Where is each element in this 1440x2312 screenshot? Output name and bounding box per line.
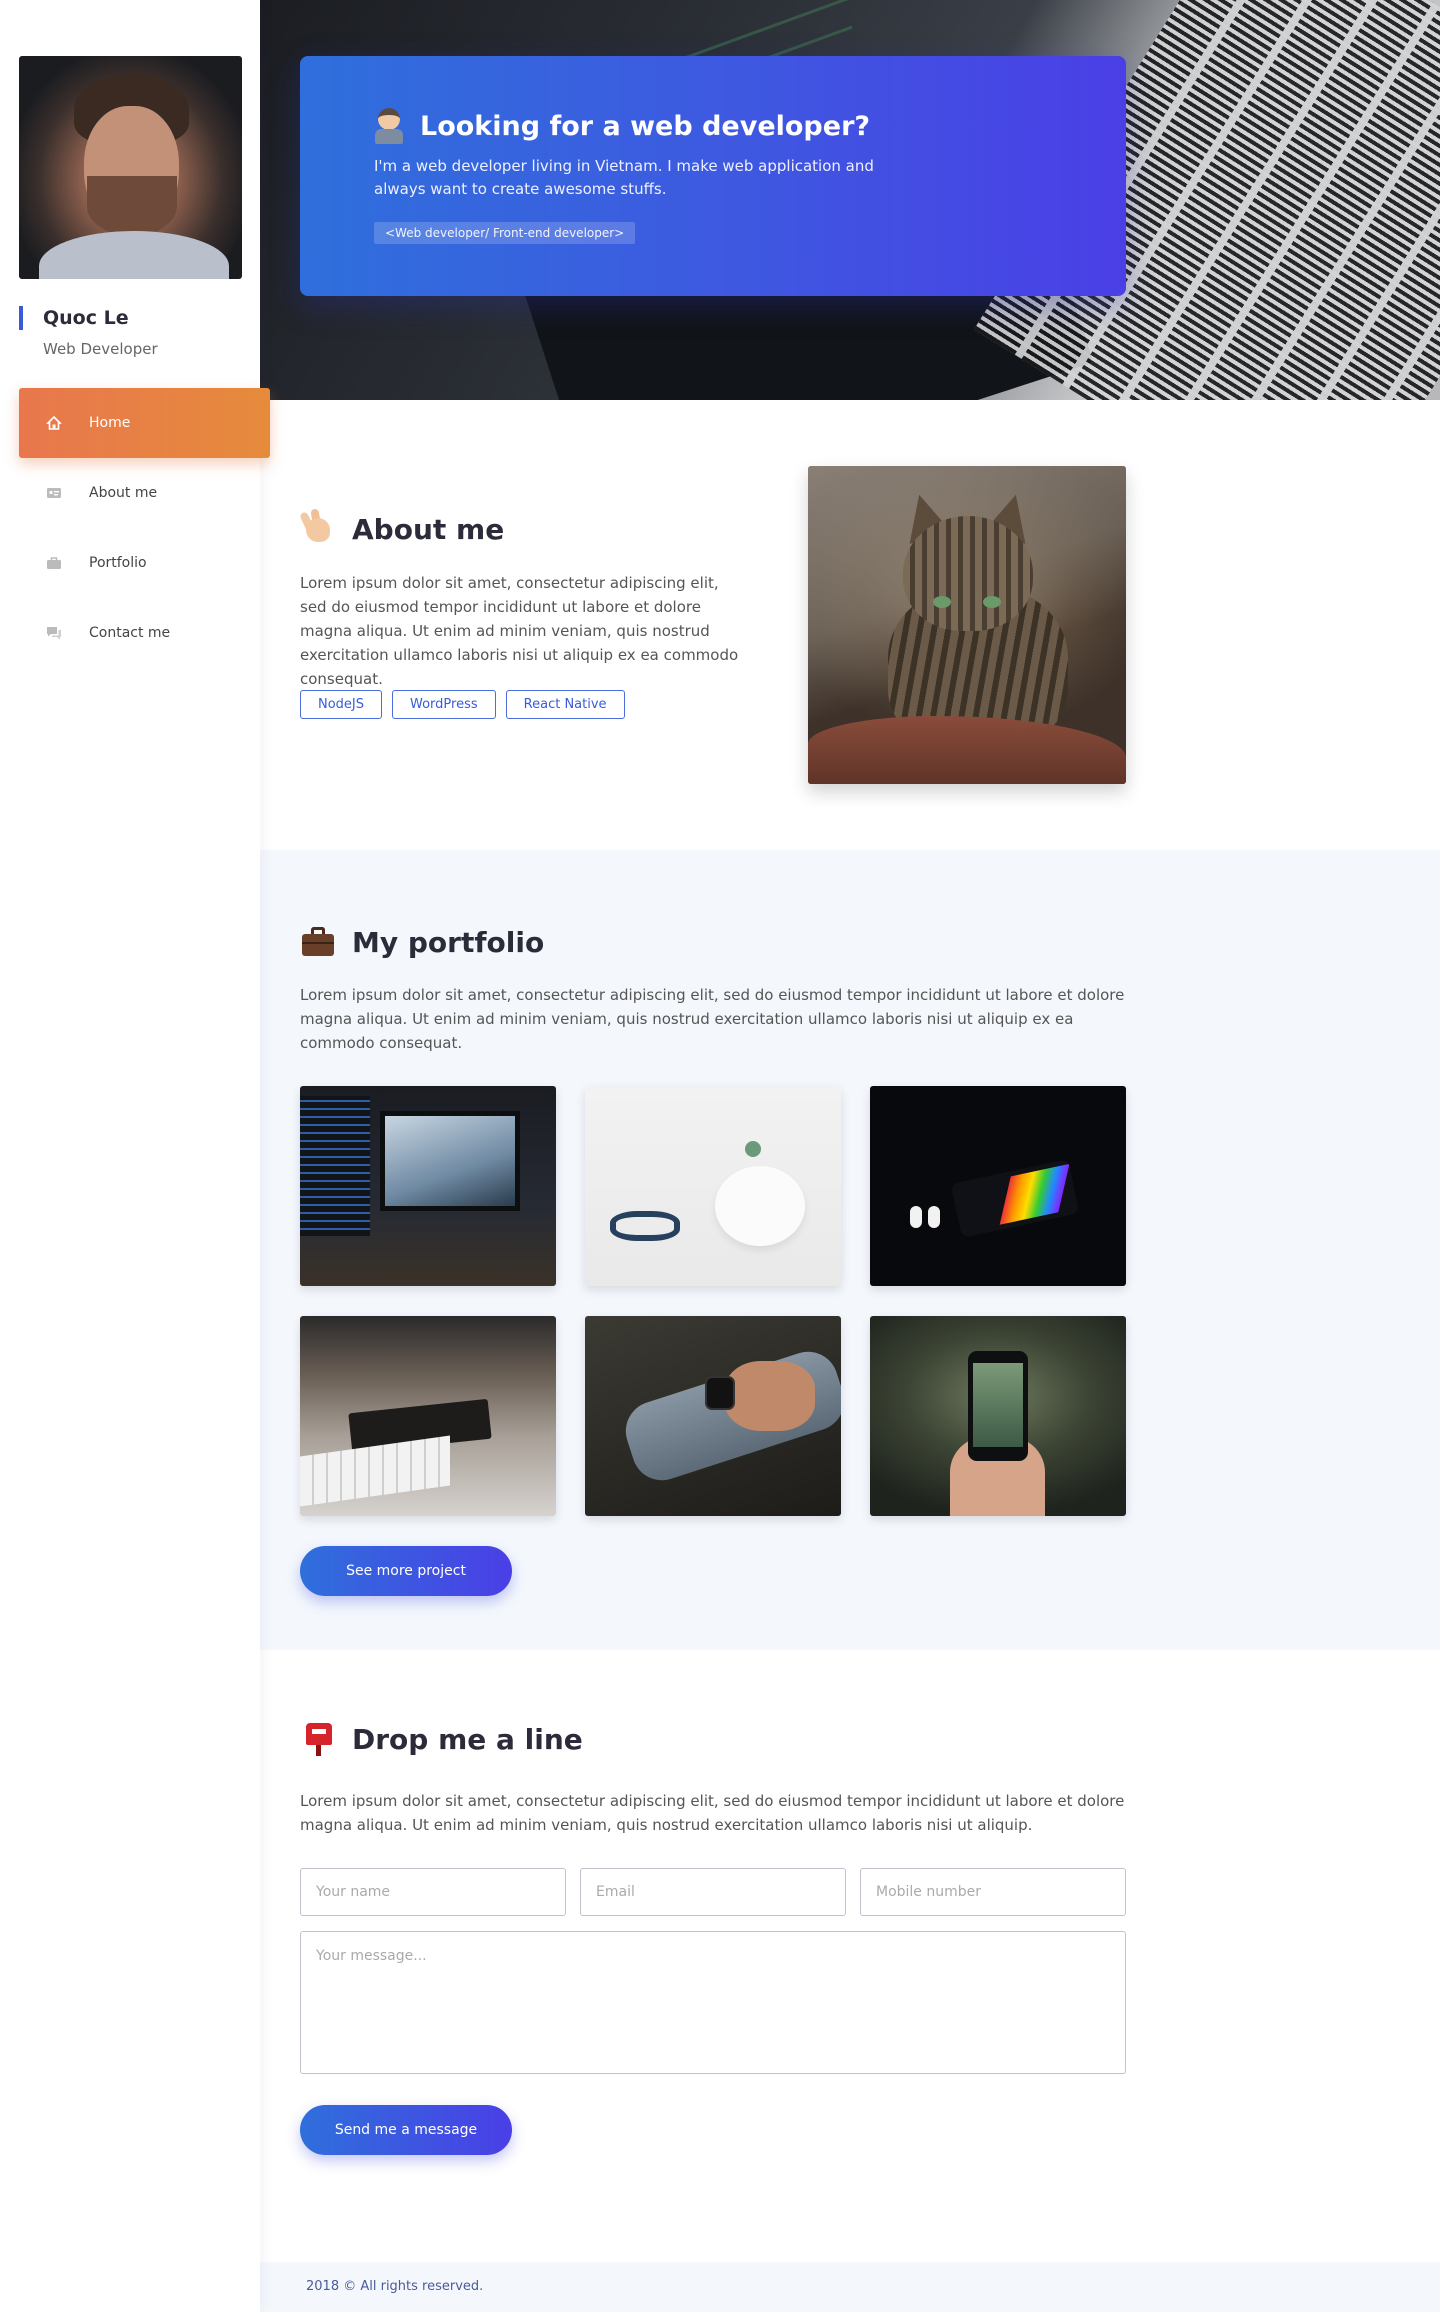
email-field[interactable]: Email: [580, 1868, 846, 1916]
portfolio-item-white-desk[interactable]: [585, 1086, 841, 1286]
hero-description: I'm a web developer living in Vietnam. I…: [374, 157, 874, 198]
footer: 2018 © All rights reserved.: [260, 2262, 1440, 2312]
hero-tag: <Web developer/ Front-end developer>: [374, 222, 636, 244]
sidebar-item-portfolio[interactable]: Portfolio: [19, 528, 270, 598]
sidebar-item-label: Contact me: [89, 625, 171, 641]
portfolio-item-phone-photo[interactable]: [870, 1316, 1126, 1516]
contact-text: Lorem ipsum dolor sit amet, consectetur …: [300, 1792, 1125, 1834]
sidebar-item-home[interactable]: Home: [19, 388, 270, 458]
sidebar-item-label: Home: [89, 415, 131, 431]
profile-role: Web Developer: [43, 340, 158, 358]
mobile-field[interactable]: Mobile number: [860, 1868, 1126, 1916]
home-icon: [19, 415, 89, 431]
about-title: About me: [352, 512, 505, 546]
send-message-button[interactable]: Send me a message: [300, 2105, 512, 2155]
about-text: Lorem ipsum dolor sit amet, consectetur …: [300, 574, 739, 688]
contact-title: Drop me a line: [352, 1722, 583, 1756]
skill-tag: React Native: [505, 690, 625, 719]
about-photo: [808, 466, 1126, 784]
hero-title: Looking for a web developer?: [420, 110, 871, 142]
sidebar-item-about[interactable]: About me: [19, 458, 270, 528]
main-content: Looking for a web developer? I'm a web d…: [260, 0, 1440, 2312]
about-section: About me Lorem ipsum dolor sit amet, con…: [260, 400, 1440, 850]
name-field[interactable]: Your name: [300, 1868, 566, 1916]
see-more-button[interactable]: See more project: [300, 1546, 512, 1596]
chat-icon: [19, 626, 89, 640]
waving-hand-icon: [299, 508, 336, 546]
briefcase-icon: [300, 925, 336, 959]
skill-tag: NodeJS: [300, 690, 383, 719]
id-card-icon: [19, 486, 89, 500]
portfolio-item-desk-monitors[interactable]: [300, 1086, 556, 1286]
sidebar-item-label: About me: [89, 485, 158, 501]
portfolio-grid: [300, 1086, 1126, 1516]
technologist-icon: [374, 108, 404, 144]
portfolio-title: My portfolio: [352, 925, 545, 959]
copyright-text: 2018 © All rights reserved.: [306, 2279, 484, 2294]
sidebar-item-contact[interactable]: Contact me: [19, 598, 270, 668]
sidebar-item-label: Portfolio: [89, 555, 147, 571]
briefcase-icon: [19, 556, 89, 570]
portfolio-item-phone-airpods[interactable]: [870, 1086, 1126, 1286]
hero-card: Looking for a web developer? I'm a web d…: [300, 56, 1126, 296]
portfolio-item-smartwatch[interactable]: [585, 1316, 841, 1516]
profile-name: Quoc Le: [19, 306, 129, 330]
sidebar-nav: Home About me Portfolio Contact me: [19, 388, 270, 668]
hero-section: Looking for a web developer? I'm a web d…: [260, 0, 1440, 400]
portfolio-section: My portfolio Lorem ipsum dolor sit amet,…: [260, 850, 1440, 1650]
portfolio-item-imac-keyboard[interactable]: [300, 1316, 556, 1516]
skill-tags: NodeJS WordPress React Native: [300, 690, 625, 719]
sidebar: Quoc Le Web Developer Home About me Port…: [0, 0, 270, 2312]
portfolio-text: Lorem ipsum dolor sit amet, consectetur …: [300, 986, 1125, 1052]
postbox-icon: [300, 1722, 336, 1756]
message-field[interactable]: Your message...: [300, 1931, 1126, 2074]
contact-section: Drop me a line Lorem ipsum dolor sit ame…: [260, 1650, 1440, 2262]
avatar: [19, 56, 242, 279]
skill-tag: WordPress: [392, 690, 496, 719]
